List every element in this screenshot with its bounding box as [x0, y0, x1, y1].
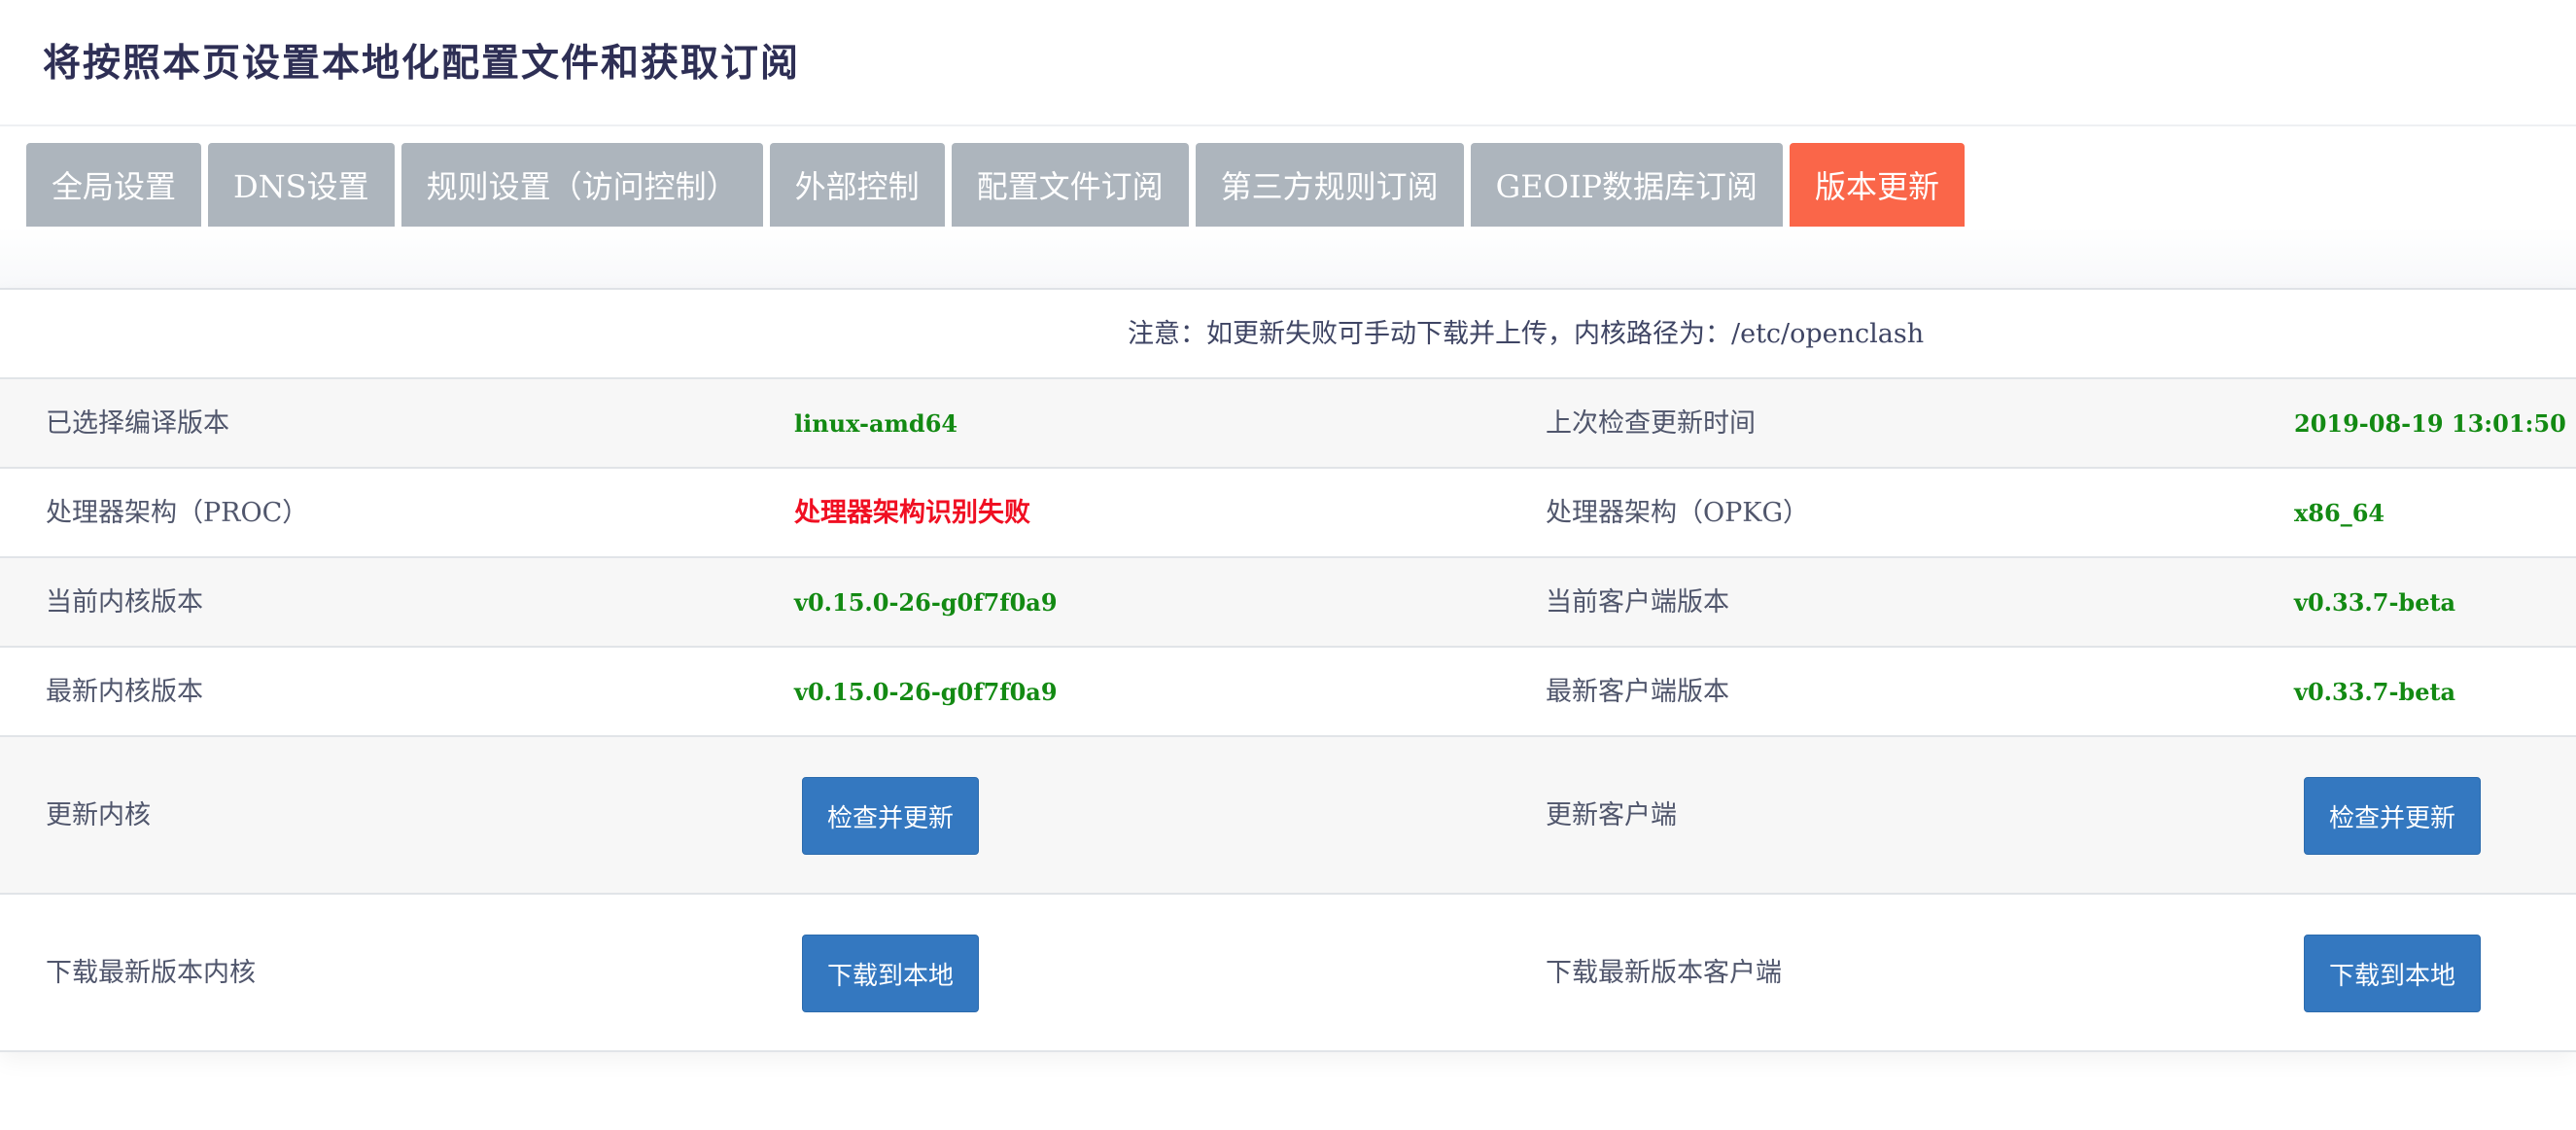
tab-global-settings[interactable]: 全局设置 [26, 143, 202, 227]
tab-version-update[interactable]: 版本更新 [1790, 143, 1966, 227]
page-header: 将按照本页设置本地化配置文件和获取订阅 [0, 0, 2576, 126]
update-core-label: 更新内核 [46, 800, 151, 830]
check-update-core-button[interactable]: 检查并更新 [802, 777, 979, 855]
current-core-value: v0.15.0-26-g0f7f0a9 [794, 588, 1058, 617]
table-row: 下载最新版本内核 下载到本地 下载最新版本客户端 下载到本地 [0, 895, 2576, 1052]
tab-content-spacer [0, 227, 2576, 289]
download-client-label: 下载最新版本客户端 [1546, 958, 1782, 988]
page-title: 将按照本页设置本地化配置文件和获取订阅 [43, 41, 801, 86]
proc-arch-value: 处理器架构识别失败 [794, 498, 1030, 528]
tab-bar: 全局设置 DNS设置 规则设置（访问控制） 外部控制 配置文件订阅 第三方规则订… [26, 143, 1971, 227]
download-client-button[interactable]: 下载到本地 [2304, 935, 2481, 1012]
update-table: 注意：如更新失败可手动下载并上传，内核路径为：/etc/openclash 已选… [0, 288, 2576, 1052]
opkg-arch-value: x86_64 [2294, 499, 2385, 527]
tab-dns-settings[interactable]: DNS设置 [208, 143, 395, 227]
current-client-value: v0.33.7-beta [2294, 588, 2456, 617]
opkg-arch-label: 处理器架构（OPKG） [1546, 498, 1810, 528]
notice-text: 注意：如更新失败可手动下载并上传，内核路径为：/etc/openclash [1128, 319, 1925, 349]
table-row: 当前内核版本 v0.15.0-26-g0f7f0a9 当前客户端版本 v0.33… [0, 558, 2576, 648]
table-row: 处理器架构（PROC） 处理器架构识别失败 处理器架构（OPKG） x86_64 [0, 469, 2576, 558]
table-row: 最新内核版本 v0.15.0-26-g0f7f0a9 最新客户端版本 v0.33… [0, 648, 2576, 737]
tab-config-subscription[interactable]: 配置文件订阅 [951, 143, 1189, 227]
tab-external-control[interactable]: 外部控制 [769, 143, 945, 227]
download-core-button[interactable]: 下载到本地 [802, 935, 979, 1012]
compiled-version-value: linux-amd64 [794, 409, 958, 438]
tab-rule-settings[interactable]: 规则设置（访问控制） [400, 143, 763, 227]
notice-row: 注意：如更新失败可手动下载并上传，内核路径为：/etc/openclash [0, 290, 2576, 379]
table-row: 更新内核 检查并更新 更新客户端 检查并更新 [0, 737, 2576, 895]
tab-third-party-rules[interactable]: 第三方规则订阅 [1195, 143, 1464, 227]
latest-core-label: 最新内核版本 [46, 677, 203, 707]
current-client-label: 当前客户端版本 [1546, 587, 1729, 618]
download-core-label: 下载最新版本内核 [46, 958, 256, 988]
latest-client-value: v0.33.7-beta [2294, 678, 2456, 706]
last-check-value: 2019-08-19 13:01:50 [2294, 409, 2566, 438]
update-client-label: 更新客户端 [1546, 800, 1677, 830]
check-update-client-button[interactable]: 检查并更新 [2304, 777, 2481, 855]
latest-core-value: v0.15.0-26-g0f7f0a9 [794, 678, 1058, 706]
latest-client-label: 最新客户端版本 [1546, 677, 1729, 707]
current-core-label: 当前内核版本 [46, 587, 203, 618]
last-check-label: 上次检查更新时间 [1546, 408, 1756, 439]
tab-geoip-subscription[interactable]: GEOIP数据库订阅 [1470, 143, 1784, 227]
proc-arch-label: 处理器架构（PROC） [46, 498, 309, 528]
compiled-version-label: 已选择编译版本 [46, 408, 229, 439]
table-row: 已选择编译版本 linux-amd64 上次检查更新时间 2019-08-19 … [0, 379, 2576, 469]
